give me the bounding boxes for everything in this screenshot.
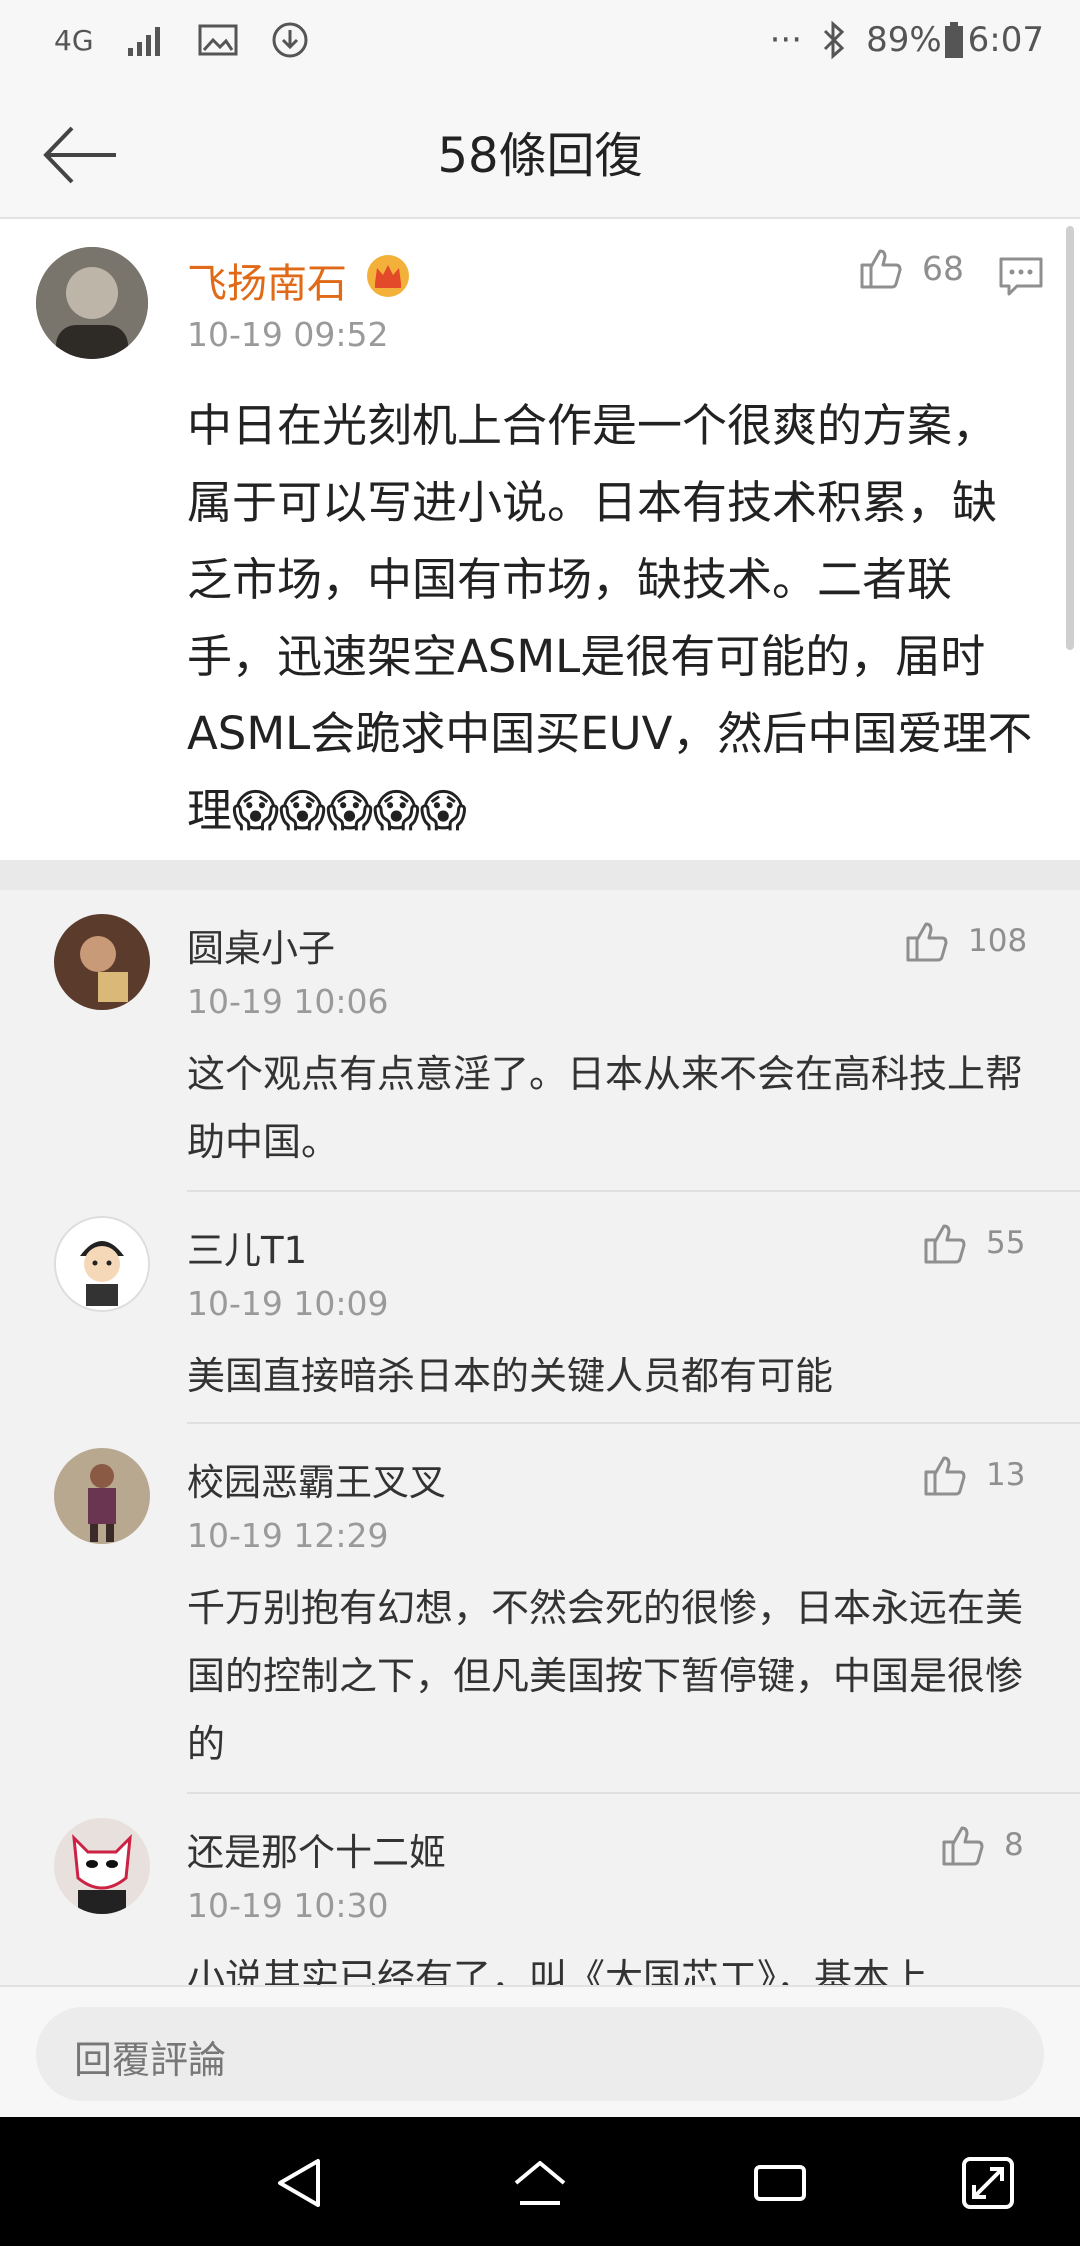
main-post: 飞扬南石 10-19 09:52 68 中日在光刻机上合作是一个很爽的方案，属于… <box>0 219 1080 860</box>
reply-item: 三儿T1 10-19 10:09 55 美国直接暗杀日本的关键人员都有可能 <box>0 1192 1080 1422</box>
reply-author[interactable]: 还是那个十二姬 <box>187 1822 446 1876</box>
like-count: 13 <box>986 1457 1026 1493</box>
home-icon[interactable] <box>512 2155 568 2211</box>
more-indicator: ··· <box>769 20 803 60</box>
reply-text: 这个观点有点意淫了。日本从来不会在高科技上帮助中国。 <box>187 1052 1024 1164</box>
reply-time: 10-19 12:29 <box>187 1516 389 1555</box>
reply-item: 圆桌小子 10-19 10:06 108 这个观点有点意淫了。日本从来不会在高科… <box>0 890 1080 1190</box>
clock: 6:07 <box>967 20 1044 60</box>
reply-time: 10-19 10:06 <box>187 982 389 1021</box>
status-right-icons: ··· 89% 6:07 <box>770 20 1044 60</box>
reply-text: 小说其实已经有了，叫《大国芯工》，基本上 <box>187 1956 929 1985</box>
avatar[interactable] <box>54 1818 150 1914</box>
page-title: 58條回復 <box>437 128 643 184</box>
battery-icon <box>944 22 963 58</box>
like-button[interactable]: 108 <box>904 918 1027 964</box>
system-nav-bar <box>0 2117 1080 2246</box>
header: 58條回復 <box>0 90 1080 219</box>
reply-time: 10-19 10:09 <box>187 1284 389 1323</box>
expand-screen-icon[interactable] <box>960 2155 1016 2211</box>
avatar-image <box>54 1448 150 1544</box>
thumbs-up-icon <box>906 922 948 962</box>
thumbs-up-icon <box>924 1456 966 1496</box>
thumbs-up-icon <box>860 249 902 289</box>
post-time: 10-19 09:52 <box>187 315 389 354</box>
author-name[interactable]: 飞扬南石 <box>187 251 347 309</box>
avatar-image <box>56 1218 148 1310</box>
reply-input[interactable]: 回覆評論 <box>36 2007 1044 2101</box>
reply-text: 美国直接暗杀日本的关键人员都有可能 <box>187 1354 834 1398</box>
avatar-image <box>36 247 148 359</box>
like-count: 68 <box>922 248 964 288</box>
scrollbar[interactable] <box>1066 226 1074 650</box>
avatar[interactable] <box>54 914 150 1010</box>
reply-input-bar: 回覆評論 <box>0 1985 1080 2119</box>
comment-icon[interactable] <box>998 253 1044 299</box>
reply-author[interactable]: 圆桌小子 <box>187 918 335 972</box>
thumbs-up-icon <box>942 1826 984 1866</box>
avatar-image <box>54 914 150 1010</box>
download-icon <box>272 22 308 58</box>
avatar[interactable] <box>54 1448 150 1544</box>
recent-apps-icon[interactable] <box>752 2155 808 2211</box>
avatar-image <box>54 1818 150 1914</box>
reply-time: 10-19 10:30 <box>187 1886 389 1925</box>
like-button[interactable]: 55 <box>922 1220 1025 1266</box>
post-content: 中日在光刻机上合作是一个很爽的方案，属于可以写进小说。日本有技术积累，缺乏市场，… <box>187 399 1033 837</box>
avatar[interactable] <box>54 1216 150 1312</box>
like-button[interactable]: 13 <box>922 1452 1025 1498</box>
reply-item: 还是那个十二姬 10-19 10:30 8 小说其实已经有了，叫《大国芯工》，基… <box>0 1794 1080 1985</box>
like-count: 8 <box>1004 1827 1024 1863</box>
back-triangle-icon[interactable] <box>272 2155 328 2211</box>
network-type: 4G <box>54 23 94 57</box>
status-bar: 4G ··· 89% 6:07 <box>0 0 1080 90</box>
image-icon <box>198 24 238 56</box>
thumbs-up-icon <box>924 1224 966 1264</box>
reply-author[interactable]: 校园恶霸王叉叉 <box>187 1452 446 1506</box>
like-count: 108 <box>968 923 1028 959</box>
crown-icon <box>367 255 409 297</box>
status-left-icons: 4G <box>54 20 310 60</box>
avatar[interactable] <box>36 247 148 359</box>
like-button[interactable]: 68 <box>858 245 964 291</box>
battery-percent: 89% <box>866 20 942 60</box>
like-count: 55 <box>986 1225 1026 1261</box>
reply-input-placeholder: 回覆評論 <box>74 2038 227 2082</box>
signal-icon <box>127 27 160 56</box>
bluetooth-icon <box>824 20 845 60</box>
section-divider <box>0 860 1080 890</box>
like-button[interactable]: 8 <box>940 1822 1024 1868</box>
reply-text: 千万别抱有幻想，不然会死的很惨，日本永远在美国的控制之下，但凡美国按下暂停键，中… <box>187 1586 1024 1766</box>
reply-item: 校园恶霸王叉叉 10-19 12:29 13 千万别抱有幻想，不然会死的很惨，日… <box>0 1424 1080 1792</box>
reply-author[interactable]: 三儿T1 <box>187 1220 307 1274</box>
